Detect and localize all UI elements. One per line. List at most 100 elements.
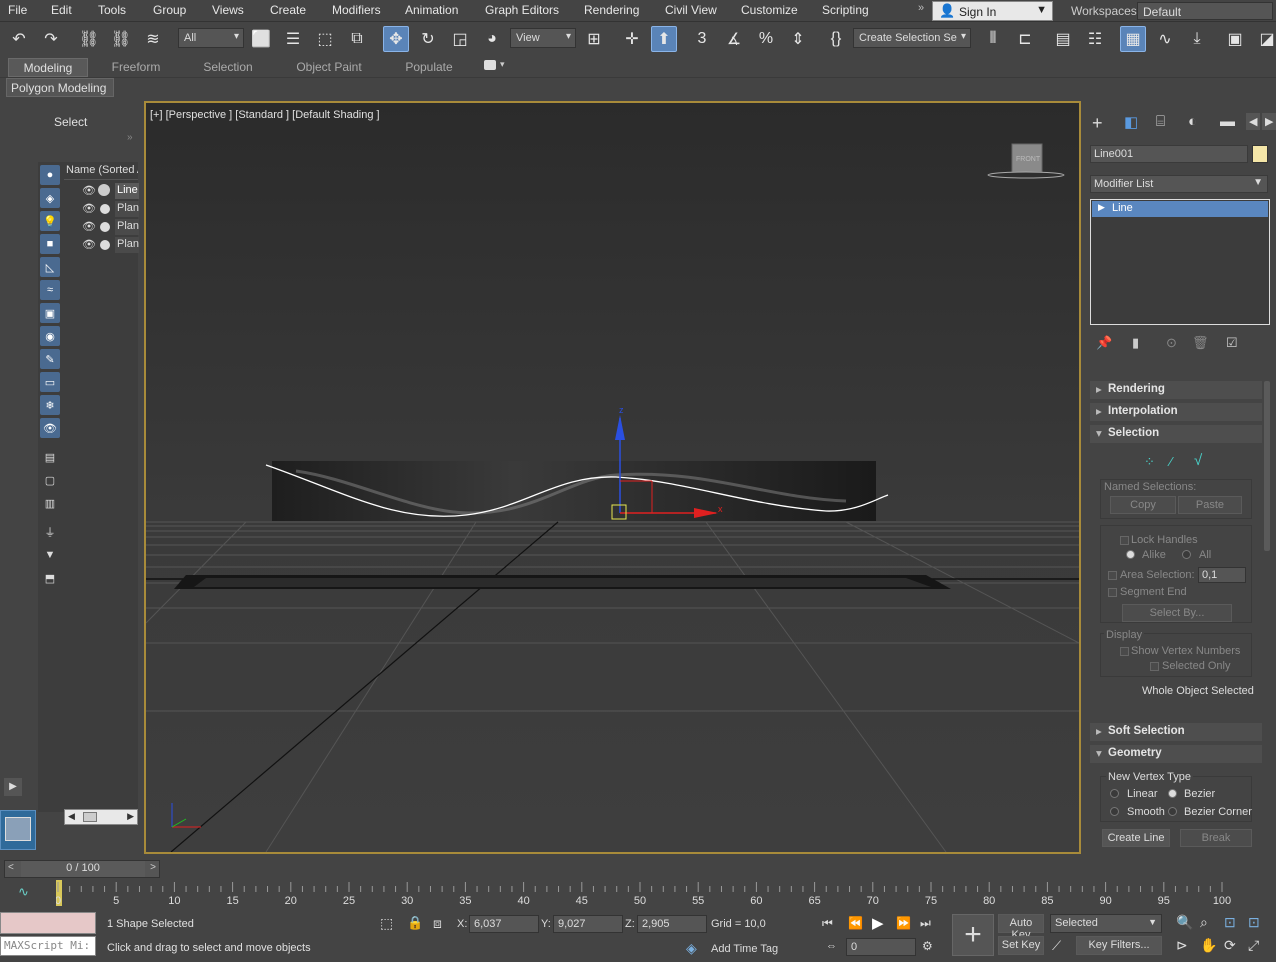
show-end-result-icon[interactable]: ▮ xyxy=(1132,335,1139,351)
display-groups-icon[interactable]: ▣ xyxy=(40,303,60,323)
modify-tab-icon[interactable]: ◧ xyxy=(1124,113,1138,131)
time-config-icon[interactable]: ⚙ xyxy=(922,939,933,953)
zoom-all-icon[interactable]: ⌕ xyxy=(1200,914,1208,931)
add-time-tag-label[interactable]: Add Time Tag xyxy=(711,943,778,955)
curve-editor-icon[interactable]: ∿ xyxy=(1152,26,1178,52)
display-lights-icon[interactable]: 💡 xyxy=(40,211,60,231)
tab-modeling[interactable]: Modeling xyxy=(8,58,88,77)
curve-editor-mini-icon[interactable]: ∿ xyxy=(18,884,29,900)
area-selection-checkbox[interactable] xyxy=(1108,571,1117,580)
menu-group[interactable]: Group xyxy=(153,3,186,17)
configure-modifier-sets-icon[interactable]: ☑ xyxy=(1226,335,1238,351)
orbit-icon[interactable]: ⟳ xyxy=(1224,937,1236,954)
percent-snap-icon[interactable]: % xyxy=(753,26,779,52)
object-name-field[interactable]: Line001 xyxy=(1090,145,1248,163)
select-by-name-icon[interactable]: ☰ xyxy=(280,26,306,52)
visibility-eye-icon[interactable]: 👁 xyxy=(82,184,96,197)
expand-icon[interactable]: ▶ xyxy=(1098,202,1105,213)
display-all-icon[interactable]: ▤ xyxy=(40,447,60,467)
viewport-layout-button[interactable] xyxy=(0,810,36,850)
link-icon[interactable]: ⛓ xyxy=(76,26,102,52)
alike-radio[interactable] xyxy=(1126,550,1135,559)
schematic-view-icon[interactable]: ⤓ xyxy=(1184,26,1210,52)
rollout-rendering[interactable]: Rendering xyxy=(1090,381,1262,399)
tab-populate[interactable]: Populate xyxy=(390,58,468,77)
stack-item-line[interactable]: ▶ Line xyxy=(1092,201,1268,217)
tab-freeform[interactable]: Freeform xyxy=(96,58,176,77)
lock-handles-checkbox[interactable] xyxy=(1120,536,1129,545)
undo-icon[interactable]: ↶ xyxy=(6,26,32,52)
scroll-thumb[interactable] xyxy=(83,812,97,822)
time-slider[interactable]: < 0 / 100 > xyxy=(4,860,160,878)
all-radio[interactable] xyxy=(1182,550,1191,559)
layer-explorer-icon[interactable]: ☷ xyxy=(1082,26,1108,52)
scene-explorer-icon[interactable]: ▤ xyxy=(1050,26,1076,52)
menu-civil-view[interactable]: Civil View xyxy=(665,3,717,17)
angle-snap-icon[interactable]: ∡ xyxy=(721,26,747,52)
maxscript-listener-pink[interactable] xyxy=(0,912,96,934)
expand-icon[interactable]: » xyxy=(127,132,133,143)
key-mode-dropdown[interactable]: Selected ▼ xyxy=(1050,914,1162,933)
modifier-list-dropdown[interactable]: Modifier List ▼ xyxy=(1090,175,1268,193)
ribbon-options-icon[interactable] xyxy=(484,60,496,70)
chevron-down-icon[interactable]: ▾ xyxy=(500,59,505,70)
list-item[interactable]: 👁 Plan xyxy=(82,218,139,236)
menu-rendering[interactable]: Rendering xyxy=(584,3,639,17)
maxscript-mini-listener[interactable]: MAXScript Mi: xyxy=(0,936,96,956)
scroll-right-icon[interactable]: ▶ xyxy=(1262,113,1276,130)
named-selection-dropdown[interactable]: Create Selection Se xyxy=(853,28,971,48)
command-panel-scrollbar[interactable] xyxy=(1264,381,1270,551)
remove-modifier-icon[interactable]: 🗑 xyxy=(1192,335,1209,351)
display-xrefs-icon[interactable]: ◉ xyxy=(40,326,60,346)
copy-button[interactable]: Copy xyxy=(1110,496,1176,514)
lock-icon[interactable]: 🔒 xyxy=(407,915,423,931)
display-invert-icon[interactable]: ▥ xyxy=(40,493,60,513)
menu-overflow-icon[interactable]: » xyxy=(918,2,924,14)
menu-animation[interactable]: Animation xyxy=(405,3,458,17)
material-editor-icon[interactable]: ▣ xyxy=(1222,26,1248,52)
goto-end-icon[interactable]: ⏭ xyxy=(920,916,931,931)
perspective-viewport[interactable]: x z FRONT [+] [Perspective ] [Standard ]… xyxy=(144,101,1081,854)
motion-tab-icon[interactable]: ◐ xyxy=(1188,113,1197,130)
goto-start-icon[interactable]: ⏮ xyxy=(822,916,833,931)
play-icon[interactable]: ▶ xyxy=(872,914,884,932)
maximize-viewport-icon[interactable]: ⤢ xyxy=(1248,937,1259,954)
snaps-toggle-icon[interactable]: 3 xyxy=(689,26,715,52)
object-color-swatch[interactable] xyxy=(1252,145,1268,163)
isolate-selection-icon[interactable]: ⬚ xyxy=(380,915,393,932)
align-icon[interactable]: ⊏ xyxy=(1012,26,1038,52)
visibility-eye-icon[interactable]: 👁 xyxy=(82,202,96,215)
render-setup-icon[interactable]: ◪ xyxy=(1254,26,1276,52)
scroll-left-icon[interactable]: ◀ xyxy=(68,811,75,822)
create-tab-icon[interactable]: + xyxy=(1092,113,1103,134)
default-in-out-tangent-icon[interactable]: ⟋ xyxy=(1052,938,1061,954)
mirror-icon[interactable]: ⫴ xyxy=(980,26,1006,52)
select-by-button[interactable]: Select By... xyxy=(1122,604,1232,622)
display-containers-icon[interactable]: ▭ xyxy=(40,372,60,392)
linear-radio[interactable] xyxy=(1110,789,1119,798)
list-item[interactable]: 👁 Line xyxy=(82,182,139,200)
area-selection-spinner[interactable]: 0,1 xyxy=(1198,567,1246,583)
pivot-center-icon[interactable]: ⊞ xyxy=(581,26,607,52)
display-tab-icon[interactable]: ▬ xyxy=(1220,113,1235,130)
break-button[interactable]: Break xyxy=(1180,829,1252,847)
display-none-icon[interactable]: ▢ xyxy=(40,470,60,490)
bezier-radio[interactable] xyxy=(1168,789,1177,798)
segment-end-checkbox[interactable] xyxy=(1108,588,1117,597)
select-manipulate-icon[interactable]: ✛ xyxy=(619,26,645,52)
pin-stack-icon[interactable]: 📌 xyxy=(1096,335,1112,351)
hierarchy-tab-icon[interactable]: ⌸ xyxy=(1156,113,1165,130)
segment-mode-icon[interactable]: ⁄ xyxy=(1170,454,1172,469)
menu-graph-editors[interactable]: Graph Editors xyxy=(485,3,559,17)
window-crossing-icon[interactable]: ⧉ xyxy=(344,26,370,52)
rollout-selection[interactable]: Selection xyxy=(1090,425,1262,443)
sign-in-dropdown[interactable]: 👤 Sign In ▼ xyxy=(932,1,1053,21)
set-key-button[interactable]: Set Key xyxy=(998,936,1044,955)
current-frame-field[interactable]: 0 xyxy=(846,938,916,956)
bind-space-warp-icon[interactable]: ≋ xyxy=(140,26,166,52)
keyboard-shortcut-override-icon[interactable]: ⬆ xyxy=(651,26,677,52)
list-item[interactable]: 👁 Plan xyxy=(82,236,139,254)
polygon-modeling-panel[interactable]: Polygon Modeling xyxy=(6,78,114,97)
field-of-view-icon[interactable]: ⊳ xyxy=(1176,937,1188,954)
rollout-soft-selection[interactable]: Soft Selection xyxy=(1090,723,1262,741)
